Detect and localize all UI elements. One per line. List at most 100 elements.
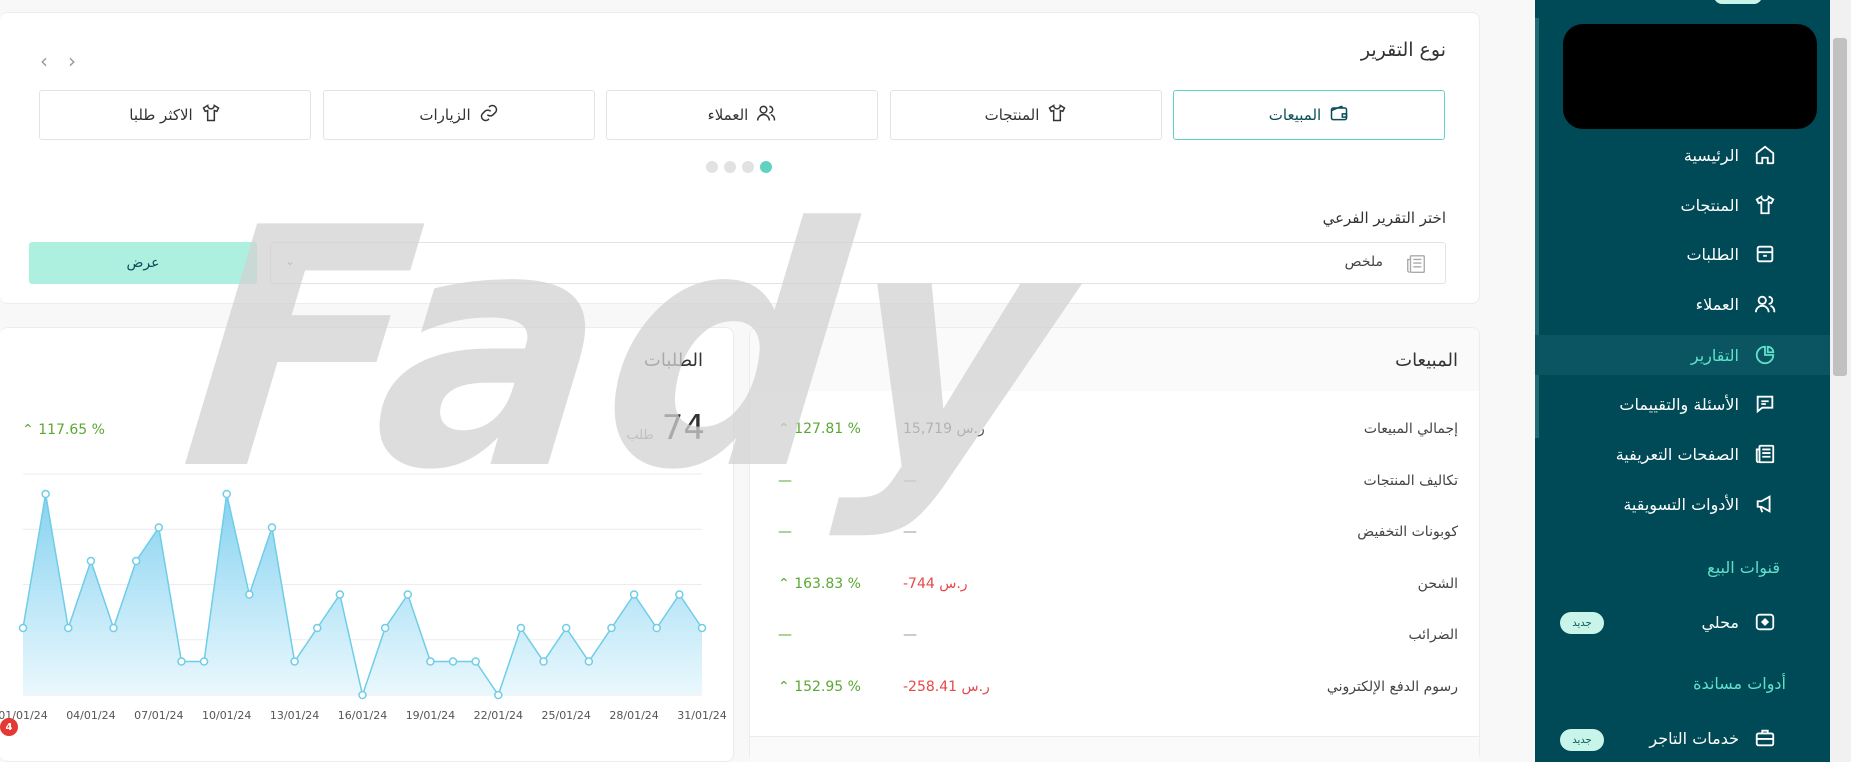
row-amount: — [903,627,917,643]
pagination-dot[interactable] [706,161,718,173]
pagination-dot[interactable] [724,161,736,173]
row-amount: -744 ر.س [903,576,968,592]
sidebar-item-local[interactable]: محلي [1701,602,1777,642]
tab-products[interactable]: المنتجات [890,90,1162,140]
data-point[interactable] [41,489,50,499]
data-point[interactable] [245,590,254,599]
x-tick-label: 07/01/24 [134,709,183,722]
data-point[interactable] [516,623,526,633]
pagination-dot-active[interactable] [760,161,772,173]
new-badge: جديد [1560,612,1604,634]
orders-card: الطلبات 74 طلب ⌃ 117.65 % 01/01/24 04/01/… [0,327,734,762]
row-change: ⌃ 152.95 % [778,679,861,695]
wallet-icon [1329,103,1349,127]
sidebar-item-products[interactable]: المنتجات [1681,185,1778,225]
sidebar-item-label: الأسئلة والتقييمات [1619,394,1739,414]
x-tick-label: 13/01/24 [270,709,319,722]
tab-label: المبيعات [1268,106,1322,124]
tab-visits[interactable]: الزيارات [323,90,595,140]
sales-title: المبيعات [1395,350,1458,371]
row-label: الشحن [1417,576,1458,592]
tab-most-ordered[interactable]: الاكثر طلبا [39,90,311,140]
sub-report-label: اختر التقرير الفرعي [1322,209,1446,227]
sales-card-footer [750,736,1479,762]
chevron-left-icon[interactable]: ‹ [40,49,48,73]
data-point[interactable] [652,623,661,633]
data-point[interactable] [584,657,594,666]
data-point[interactable] [177,657,186,666]
row-amount: — [903,473,917,489]
box-icon [1753,242,1777,266]
sales-row: الشحن -744 ر.س ⌃ 163.83 % [750,570,1479,600]
data-point[interactable] [199,657,209,666]
sidebar-item-orders[interactable]: الطلبات [1686,234,1777,274]
row-change: ⌃ 163.83 % [778,576,861,592]
new-badge: جديد [1560,729,1604,751]
data-point[interactable] [222,489,231,499]
row-change: — [778,473,792,489]
data-point[interactable] [448,657,458,666]
data-point[interactable] [471,657,480,666]
data-point[interactable] [358,690,367,700]
x-tick-label: 16/01/24 [338,709,387,722]
scrollbar-thumb[interactable] [1833,38,1847,376]
show-report-button[interactable]: عرض [29,242,257,284]
sidebar-item-marketing[interactable]: الأدوات التسويقية [1623,484,1777,524]
sidebar-item-customers[interactable]: العملاء [1696,284,1777,324]
sales-card: المبيعات إجمالي المبيعات 15,719 ر.س ⌃ 12… [749,327,1480,762]
data-point[interactable] [154,523,164,532]
data-point[interactable] [539,657,548,666]
data-point[interactable] [380,623,390,633]
data-point[interactable] [109,623,118,633]
sidebar-item-pages[interactable]: الصفحات التعريفية [1616,434,1777,474]
row-change: — [778,524,792,540]
sub-report-select[interactable]: ملخص ⌄ [270,242,1446,284]
tab-sales[interactable]: المبيعات [1173,90,1445,140]
row-amount: -258.41 ر.س [903,679,990,695]
data-point[interactable] [18,623,28,633]
data-point[interactable] [312,623,322,633]
tab-customers[interactable]: العملاء [606,90,878,140]
comment-icon [1753,392,1777,416]
x-tick-label: 25/01/24 [541,709,590,722]
data-point[interactable] [426,657,435,666]
top-badge [1714,0,1762,4]
orders-change: ⌃ 117.65 % [22,422,105,438]
sidebar-item-merchant-services[interactable]: خدمات التاجر [1649,718,1777,758]
data-point[interactable] [290,657,299,666]
sidebar-item-label: المنتجات [1680,195,1740,215]
data-point[interactable] [335,590,345,599]
x-tick-label: 28/01/24 [609,709,658,722]
report-type-title: نوع التقرير [1360,39,1446,61]
data-point[interactable] [607,623,616,633]
sidebar-item-label: الطلبات [1686,244,1739,264]
store-logo[interactable] [1563,24,1817,129]
store-icon [1753,610,1777,634]
newspaper-icon [1753,442,1777,466]
data-point[interactable] [697,623,707,633]
data-point[interactable] [494,690,503,700]
data-point[interactable] [131,556,141,566]
users-icon [1753,292,1777,316]
sidebar-item-home[interactable]: الرئيسية [1684,135,1777,175]
notification-badge[interactable]: 4 [0,718,18,736]
data-point[interactable] [561,623,571,633]
data-point[interactable] [267,523,277,532]
page-scrollbar[interactable] [1830,0,1851,762]
data-point[interactable] [403,590,413,599]
shirt-icon [1047,103,1067,127]
data-point[interactable] [675,590,684,599]
sidebar-item-questions[interactable]: الأسئلة والتقييمات [1619,384,1777,424]
orders-change-value: 117.65 % [38,422,105,438]
pagination-dot[interactable] [742,161,754,173]
data-point[interactable] [64,623,73,633]
x-tick-label: 04/01/24 [66,709,115,722]
sidebar-item-label: الرئيسية [1683,145,1739,165]
sidebar-item-label: خدمات التاجر [1649,728,1739,748]
sales-row: الضرائب — — [750,621,1479,651]
sidebar-item-reports[interactable]: التقارير [1535,335,1830,375]
tab-pagination-dots [706,161,772,173]
data-point[interactable] [86,556,96,566]
chevron-right-icon[interactable]: › [68,49,76,73]
data-point[interactable] [629,590,639,599]
